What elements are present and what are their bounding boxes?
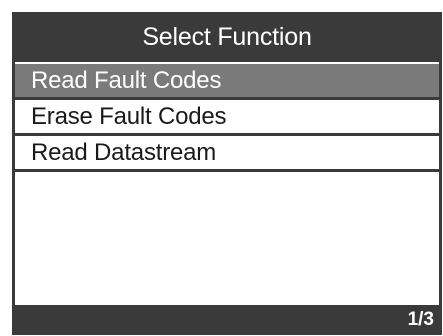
page-indicator: 1/3 <box>407 309 434 330</box>
scan-tool-screen: Select Function Read Fault Codes Erase F… <box>0 0 443 336</box>
title-bar: Select Function <box>12 12 442 62</box>
menu-item-label: Read Fault Codes <box>31 66 222 94</box>
menu-item-label: Read Datastream <box>31 138 217 166</box>
page-title: Select Function <box>142 22 312 51</box>
menu-item-read-datastream[interactable]: Read Datastream <box>15 136 439 172</box>
menu-item-label: Erase Fault Codes <box>31 102 227 130</box>
menu-item-read-fault-codes[interactable]: Read Fault Codes <box>15 64 439 100</box>
menu-item-erase-fault-codes[interactable]: Erase Fault Codes <box>15 100 439 136</box>
screen-frame: Select Function Read Fault Codes Erase F… <box>12 12 442 335</box>
footer-bar: 1/3 <box>12 305 442 335</box>
function-menu: Read Fault Codes Erase Fault Codes Read … <box>15 64 439 172</box>
